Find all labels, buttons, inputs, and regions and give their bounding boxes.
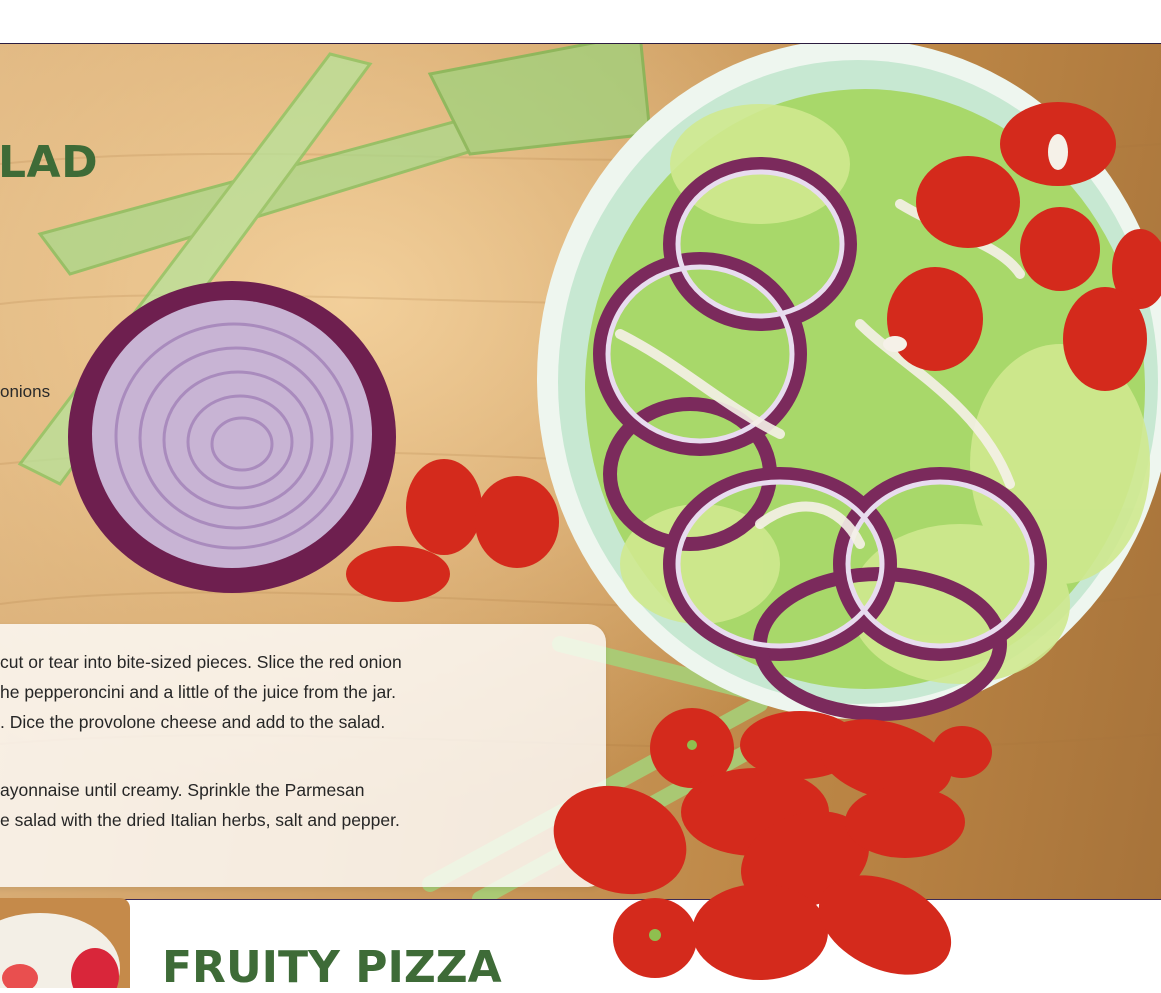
next-recipe-title: FRUITY PIZZA: [162, 942, 502, 993]
fruity-pizza-thumbnail: [0, 898, 130, 988]
tomato-pile-image: [553, 708, 992, 980]
